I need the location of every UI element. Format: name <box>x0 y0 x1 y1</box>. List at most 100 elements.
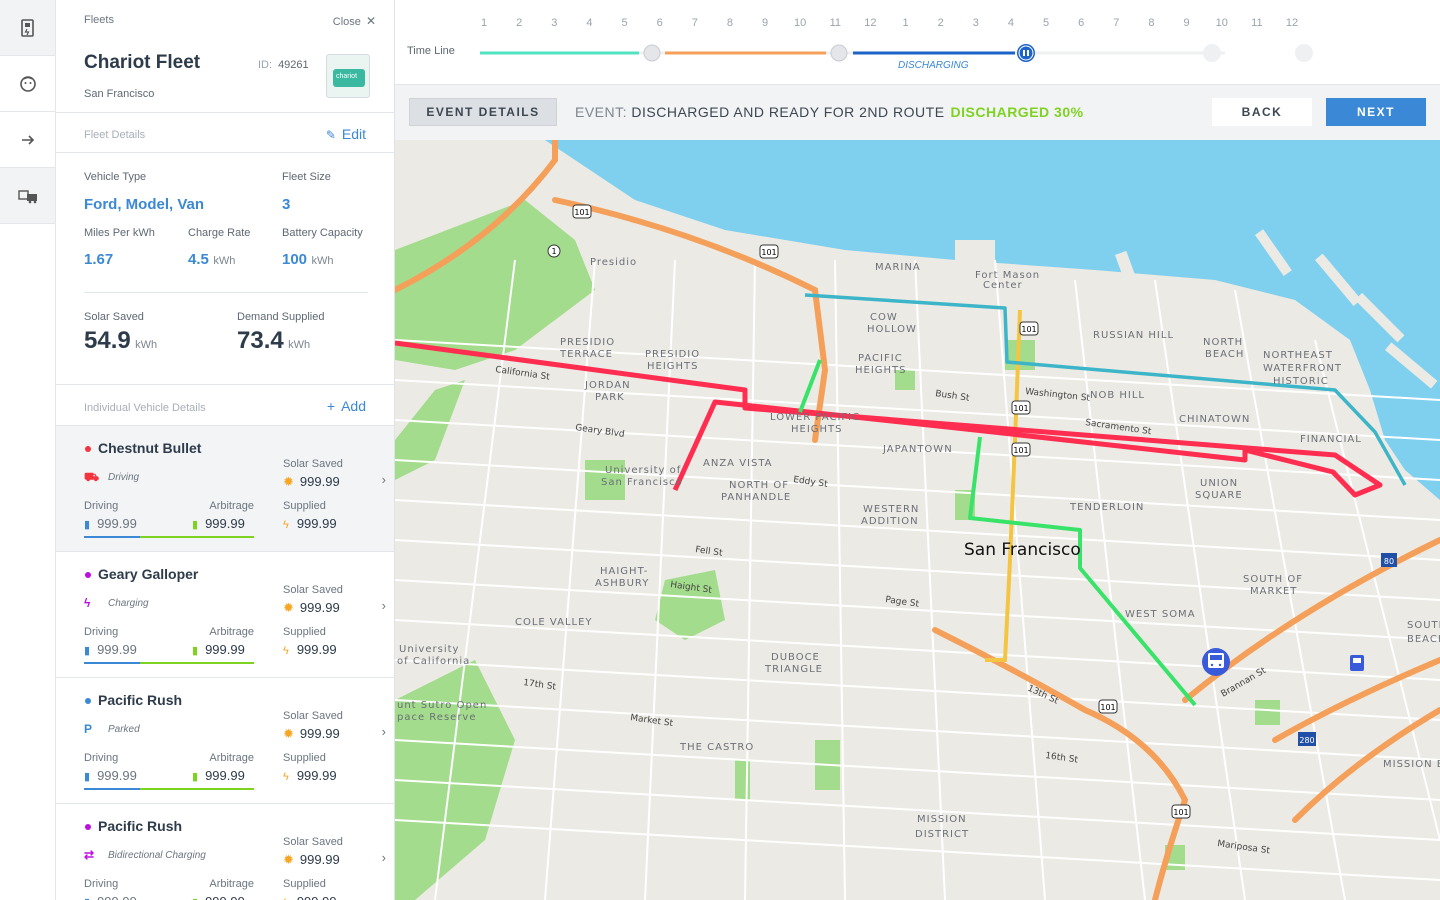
edit-button[interactable]: ✎ Edit <box>326 126 366 142</box>
supplied-value: ϟ999.99 <box>283 894 337 900</box>
charge-rate-unit: kWh <box>213 255 236 267</box>
svg-text:WESTERN: WESTERN <box>863 504 919 515</box>
driving-label: Driving <box>84 500 119 512</box>
vehicles-icon[interactable] <box>0 168 55 224</box>
vehicle-name: Geary Galloper <box>98 566 199 582</box>
vehicle-card[interactable]: Pacific Rush ⇄ Bidirectional Charging So… <box>56 804 394 900</box>
pencil-icon: ✎ <box>325 128 336 142</box>
demand-unit: kWh <box>288 339 311 351</box>
solar-saved-label: Solar Saved <box>283 836 343 848</box>
event-description: DISCHARGED AND READY FOR 2ND ROUTE <box>631 104 945 120</box>
individual-header: Individual Vehicle Details + Add <box>56 385 394 426</box>
svg-text:Washington St: Washington St <box>1025 387 1091 404</box>
arrow-right-icon[interactable] <box>0 112 55 168</box>
sun-icon: ✹ <box>283 726 294 741</box>
svg-text:MISSION B: MISSION B <box>1383 759 1440 770</box>
charger-icon[interactable] <box>0 0 55 56</box>
solar-saved-value: ✹ 999.99 <box>283 852 340 868</box>
svg-text:16th St: 16th St <box>1045 751 1079 766</box>
supplied-number: 999.99 <box>296 516 337 531</box>
van-brand-text: chariot <box>336 73 358 80</box>
svg-text:MISSION: MISSION <box>917 814 967 825</box>
shield-1: 1 <box>551 247 556 256</box>
icon-rail <box>0 0 56 900</box>
fleets-label: Fleets <box>84 14 114 26</box>
add-vehicle-button[interactable]: + Add <box>327 398 366 414</box>
driving-label: Driving <box>84 752 119 764</box>
svg-text:WATERFRONT: WATERFRONT <box>1263 363 1342 374</box>
svg-text:PANHANDLE: PANHANDLE <box>721 492 791 503</box>
supplied-value: ϟ999.99 <box>283 642 337 657</box>
supplied-number: 999.99 <box>296 642 337 657</box>
arbitrage-value: ▮999.99 <box>192 642 245 657</box>
face-icon[interactable] <box>0 56 55 112</box>
svg-text:San Francisco: San Francisco <box>601 477 683 488</box>
vehicle-status-icon: ϟ <box>84 596 91 610</box>
fleet-details-label: Fleet Details <box>84 129 146 141</box>
svg-text:SOUTH OF: SOUTH OF <box>1243 574 1303 585</box>
vehicle-status-dot <box>85 446 91 452</box>
driving-number: 999.99 <box>97 768 137 783</box>
chevron-right-icon[interactable]: › <box>382 598 386 613</box>
vehicle-card[interactable]: Chestnut Bullet ⛟ Driving Solar Saved ✹ 9… <box>56 426 394 552</box>
svg-text:CHINATOWN: CHINATOWN <box>1179 414 1250 425</box>
chevron-right-icon[interactable]: › <box>382 472 386 487</box>
solar-saved-value: ✹ 999.99 <box>283 726 340 742</box>
sun-icon: ✹ <box>283 852 294 867</box>
bolt-icon: ϟ <box>283 771 289 783</box>
vehicle-card[interactable]: Pacific Rush P Parked Solar Saved ✹ 999.9… <box>56 678 394 804</box>
vehicle-status-dot <box>85 698 91 704</box>
event-bar: EVENT DETAILS EVENT: DISCHARGED AND READ… <box>395 85 1440 140</box>
timeline-handle-1[interactable] <box>643 44 661 62</box>
supplied-label: Supplied <box>283 626 326 638</box>
vehicle-name: Chestnut Bullet <box>98 440 202 456</box>
supplied-value: ϟ 999.99 <box>283 516 337 531</box>
bus-icon[interactable] <box>1202 648 1230 676</box>
svg-text:BEACH: BEACH <box>1205 349 1244 360</box>
chevron-right-icon[interactable]: › <box>382 724 386 739</box>
svg-text:HISTORIC: HISTORIC <box>1273 376 1329 387</box>
arbitrage-label: Arbitrage <box>209 752 254 764</box>
solar-saved-label: Solar Saved <box>84 311 144 323</box>
fleet-size-label: Fleet Size <box>282 171 331 183</box>
event-details-button[interactable]: EVENT DETAILS <box>409 98 557 126</box>
map-canvas[interactable]: Presidio MARINA COWHOLLOW PACIFICHEIGHTS… <box>395 140 1440 900</box>
shield-101-c: 101 <box>1021 325 1036 334</box>
svg-text:HAIGHT-: HAIGHT- <box>600 566 648 577</box>
bolt-icon: ϟ <box>283 519 289 531</box>
next-button[interactable]: NEXT <box>1326 98 1426 126</box>
svg-text:HEIGHTS: HEIGHTS <box>855 365 907 376</box>
arbitrage-value: ▮999.99 <box>192 894 245 900</box>
supplied-number: 999.99 <box>296 768 337 783</box>
back-button[interactable]: BACK <box>1212 98 1312 126</box>
charge-rate-number: 4.5 <box>188 251 209 268</box>
arbitrage-label: Arbitrage <box>209 878 254 890</box>
map-view[interactable]: Presidio MARINA COW HOLLOW PACIFIC HEIGHTS… <box>395 140 1440 900</box>
timeline-handle-2[interactable] <box>830 44 848 62</box>
svg-text:MARINA: MARINA <box>875 262 921 273</box>
vehicle-list: Chestnut Bullet ⛟ Driving Solar Saved ✹ 9… <box>56 426 394 900</box>
shield-101-d: 101 <box>1013 404 1028 413</box>
timeline-handle-4[interactable] <box>1203 44 1221 62</box>
close-button[interactable]: Close ✕ <box>333 14 376 28</box>
supplied-label: Supplied <box>283 878 326 890</box>
demand-value: 73.4 kWh <box>237 327 310 355</box>
fleet-id-label: ID: <box>258 59 273 71</box>
shield-101-a: 101 <box>574 208 589 217</box>
solar-saved-value: 54.9 kWh <box>84 327 157 355</box>
pause-icon[interactable] <box>1017 44 1035 62</box>
demand-label: Demand Supplied <box>237 311 325 323</box>
supplied-label: Supplied <box>283 752 326 764</box>
mpk-label: Miles Per kWh <box>84 227 155 239</box>
timeline-handle-5[interactable] <box>1295 44 1313 62</box>
mpk-value: 1.67 <box>84 251 114 268</box>
svg-text:HOLLOW: HOLLOW <box>867 324 917 335</box>
svg-text:BEACH: BEACH <box>1407 634 1440 645</box>
chevron-right-icon[interactable]: › <box>382 850 386 865</box>
vehicle-type-label: Vehicle Type <box>84 171 147 183</box>
svg-text:WEST SOMA: WEST SOMA <box>1125 609 1196 620</box>
vehicle-status: Bidirectional Charging <box>108 850 206 861</box>
svg-text:COW: COW <box>870 312 898 323</box>
svg-text:DISTRICT: DISTRICT <box>915 829 969 840</box>
vehicle-card[interactable]: Geary Galloper ϟ Charging Solar Saved ✹ 9… <box>56 552 394 678</box>
